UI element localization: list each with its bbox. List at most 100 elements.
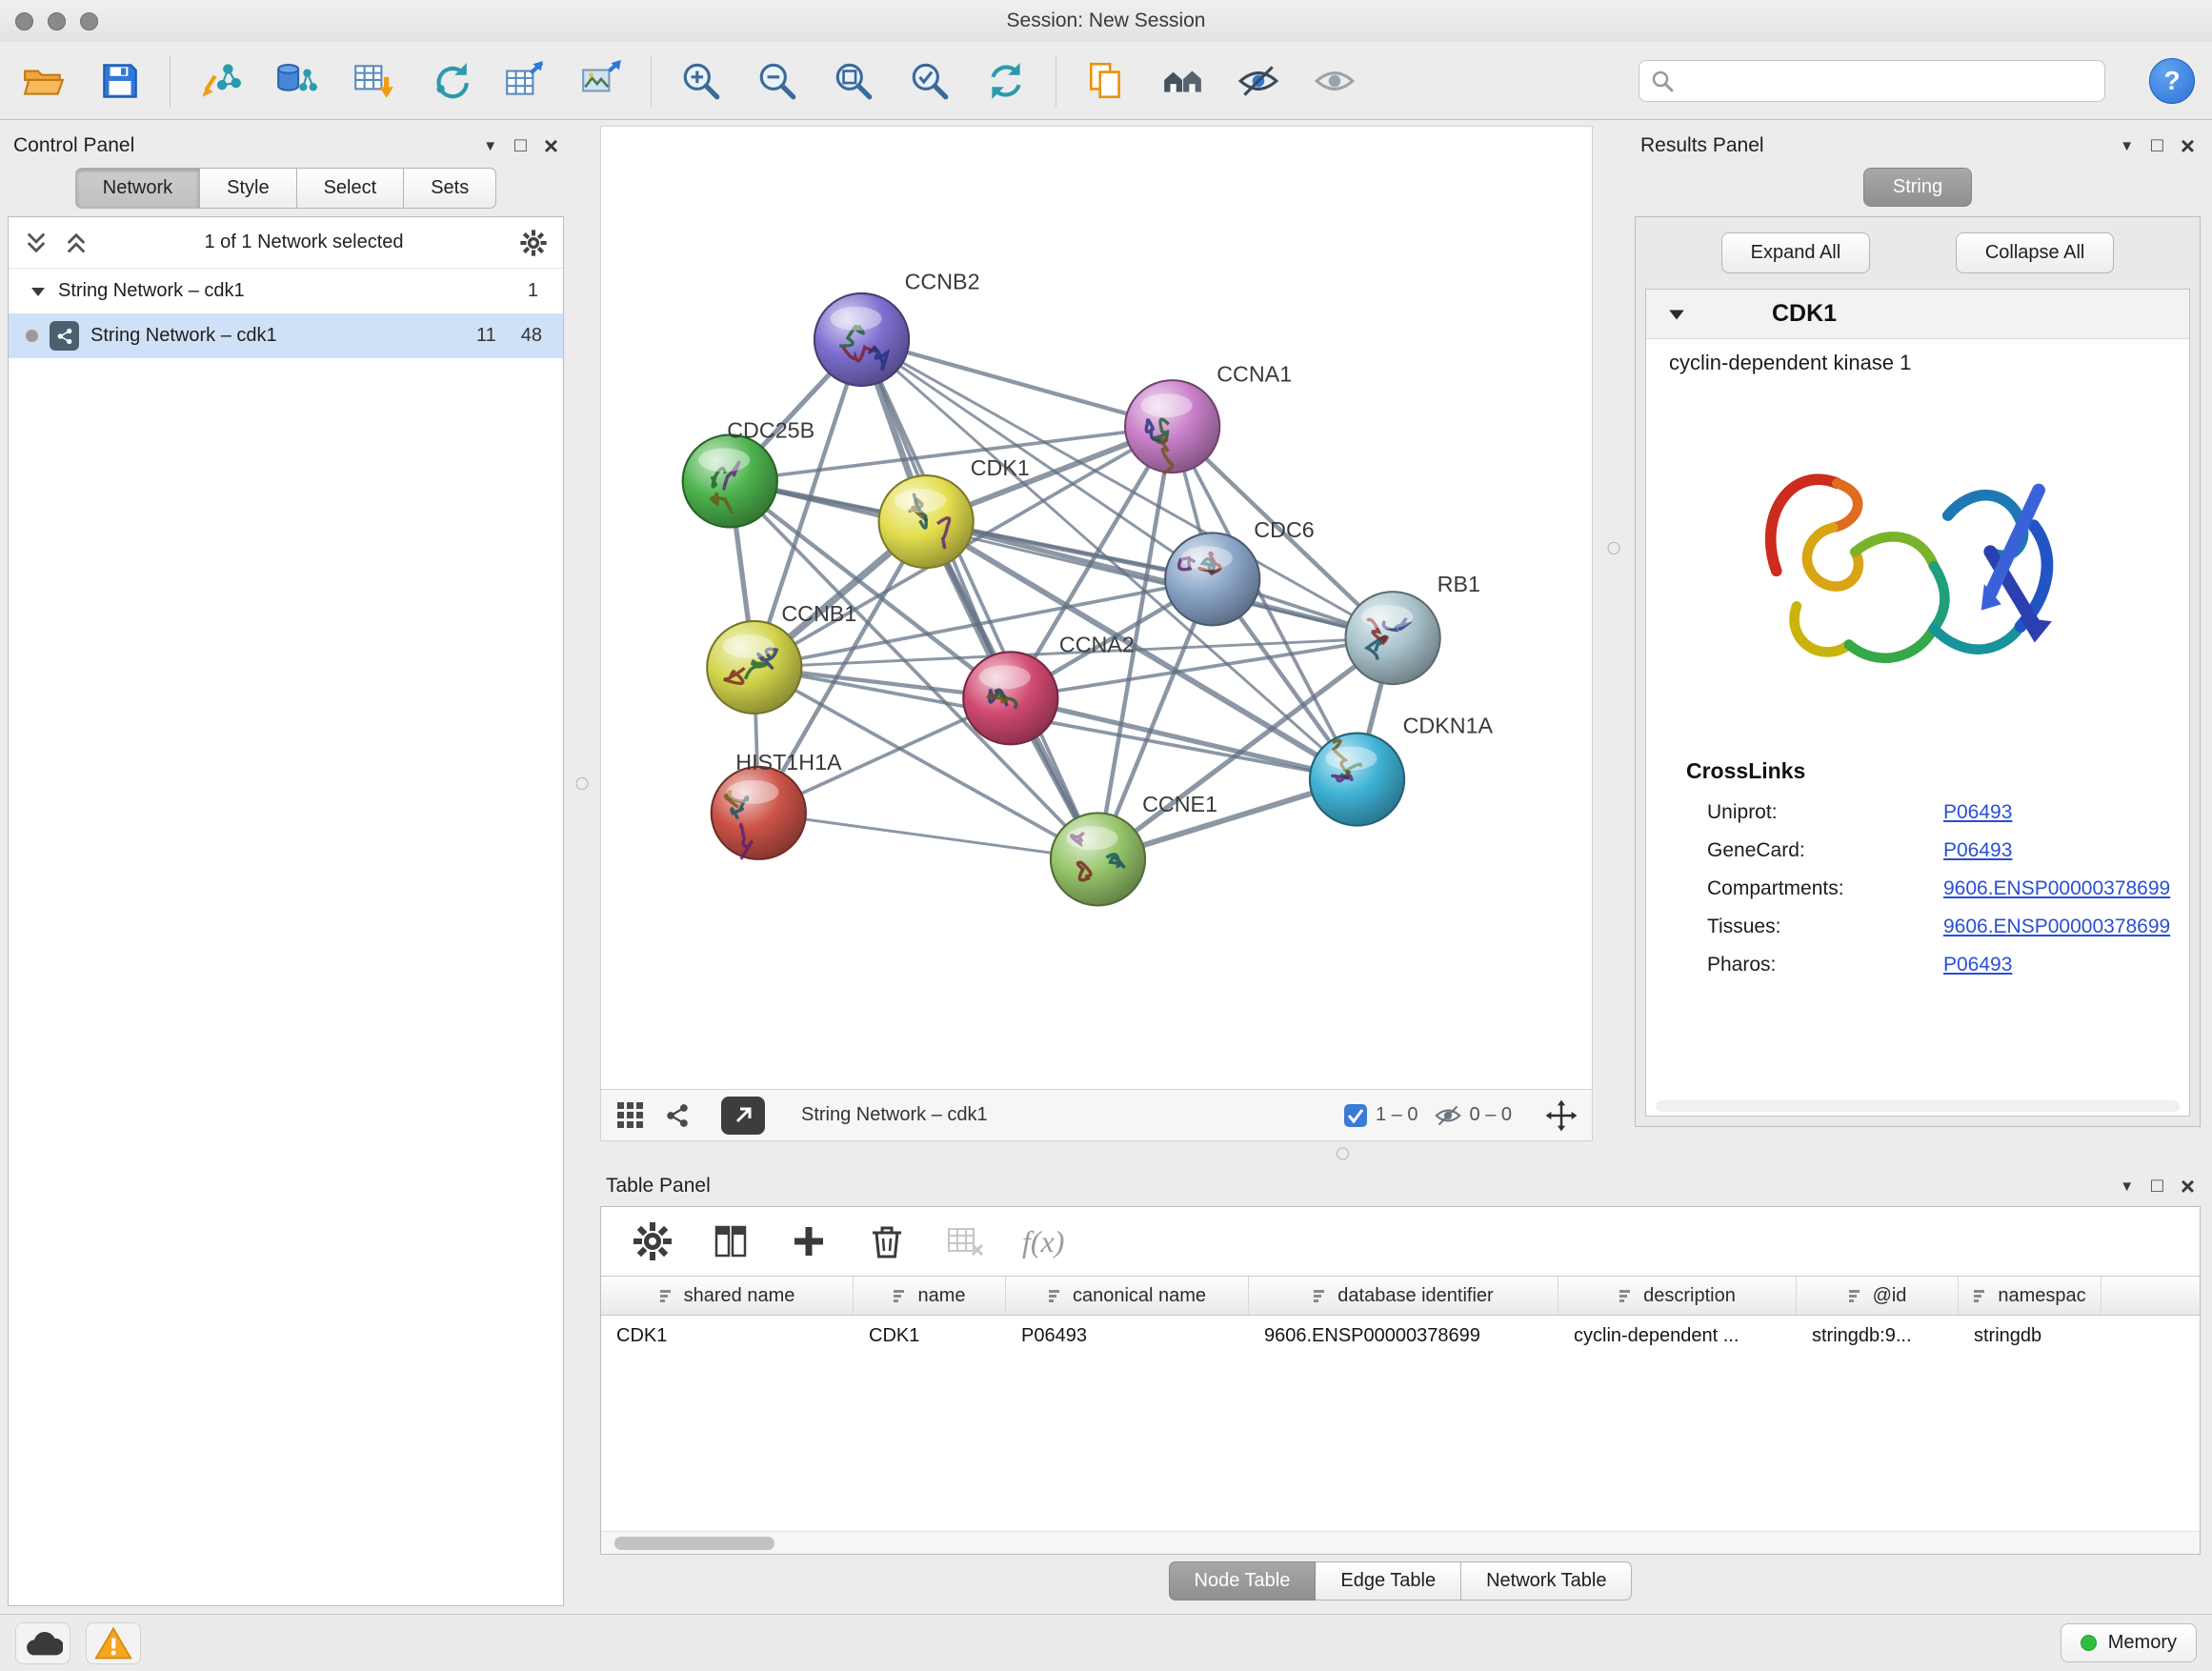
- network-node-CCNB1[interactable]: [707, 621, 801, 714]
- open-session-button[interactable]: [17, 54, 70, 108]
- zoom-selected-button[interactable]: [903, 54, 956, 108]
- memory-button[interactable]: Memory: [2061, 1623, 2197, 1662]
- table-splitter[interactable]: [600, 1141, 2201, 1166]
- panel-menu-caret-icon[interactable]: ▼: [2120, 1178, 2134, 1195]
- panel-close-icon[interactable]: ×: [2181, 133, 2195, 158]
- show-all-button[interactable]: [1308, 54, 1361, 108]
- zoom-window-button[interactable]: [80, 12, 98, 30]
- add-column-icon[interactable]: [788, 1220, 830, 1262]
- column-header--id[interactable]: @id: [1797, 1277, 1959, 1315]
- left-splitter[interactable]: [564, 126, 600, 1606]
- checkbox-icon[interactable]: [1343, 1103, 1368, 1128]
- panel-menu-caret-icon[interactable]: ▼: [483, 138, 497, 154]
- first-neighbors-button[interactable]: [1156, 54, 1209, 108]
- copy-document-button[interactable]: [1079, 54, 1133, 108]
- panel-menu-caret-icon[interactable]: ▼: [2120, 138, 2134, 154]
- tab-node-table[interactable]: Node Table: [1169, 1561, 1317, 1601]
- network-node-CDC25B[interactable]: [683, 434, 777, 527]
- tab-network-table[interactable]: Network Table: [1461, 1561, 1632, 1601]
- crosslink-link[interactable]: P06493: [1943, 801, 2012, 824]
- panel-float-icon[interactable]: □: [2151, 1175, 2163, 1198]
- scrollbar-thumb[interactable]: [614, 1537, 774, 1550]
- function-builder-button[interactable]: f(x): [1022, 1224, 1064, 1259]
- tab-network[interactable]: Network: [75, 168, 200, 209]
- birds-eye-view-icon[interactable]: [614, 1099, 647, 1132]
- close-window-button[interactable]: [15, 12, 33, 30]
- delete-column-icon[interactable]: [866, 1220, 908, 1262]
- crosslink-link[interactable]: 9606.ENSP00000378699: [1943, 877, 2170, 900]
- panel-float-icon[interactable]: □: [514, 134, 527, 157]
- crosslink-link[interactable]: P06493: [1943, 839, 2012, 862]
- tab-style[interactable]: Style: [200, 168, 296, 209]
- network-node-RB1[interactable]: [1346, 592, 1440, 684]
- section-collapse-caret-icon[interactable]: [1667, 305, 1686, 324]
- network-node-HIST1H1A[interactable]: [712, 767, 806, 859]
- crosslink-label: Pharos:: [1707, 954, 1943, 976]
- network-node-CCNA1[interactable]: [1125, 380, 1219, 473]
- show-columns-icon[interactable]: [710, 1220, 752, 1262]
- export-view-button[interactable]: [721, 1097, 765, 1135]
- splitter-handle[interactable]: [1337, 1148, 1349, 1160]
- export-image-button[interactable]: [574, 54, 628, 108]
- column-header-canonical-name[interactable]: canonical name: [1006, 1277, 1249, 1315]
- tab-select[interactable]: Select: [297, 168, 405, 209]
- hidden-eye-icon[interactable]: [1434, 1101, 1462, 1130]
- splitter-handle[interactable]: [1608, 542, 1620, 554]
- node-label-CDC25B: CDC25B: [727, 418, 814, 443]
- zoom-out-button[interactable]: [751, 54, 804, 108]
- crosslink-link[interactable]: 9606.ENSP00000378699: [1943, 916, 2170, 938]
- network-node-CCNE1[interactable]: [1051, 813, 1145, 905]
- network-node-CCNA2[interactable]: [963, 652, 1057, 744]
- search-input[interactable]: [1683, 70, 2093, 91]
- tree-expand-caret-icon[interactable]: [30, 283, 47, 300]
- column-header-namespac[interactable]: namespac: [1959, 1277, 2101, 1315]
- network-row[interactable]: String Network – cdk1 11 48: [9, 313, 563, 358]
- import-network-file-button[interactable]: [193, 54, 247, 108]
- hide-selected-button[interactable]: [1232, 54, 1285, 108]
- save-session-button[interactable]: [93, 54, 147, 108]
- zoom-fit-button[interactable]: [827, 54, 880, 108]
- network-node-CCNB2[interactable]: [814, 293, 909, 386]
- network-node-CDC6[interactable]: [1165, 533, 1259, 625]
- expand-all-chevron-icon[interactable]: [64, 231, 89, 255]
- results-scrollbar[interactable]: [1656, 1100, 2180, 1112]
- table-row[interactable]: CDK1CDK1P064939606.ENSP00000378699cyclin…: [601, 1316, 2200, 1356]
- network-canvas[interactable]: CCNB2CCNA1CDC25BCDK1CDC6RB1CCNB1CCNA2CDK…: [601, 127, 1592, 1089]
- network-collection-row[interactable]: String Network – cdk1 1: [9, 269, 563, 313]
- protein-section-header[interactable]: CDK1: [1646, 290, 2189, 339]
- right-splitter[interactable]: [1593, 126, 1635, 1141]
- splitter-handle[interactable]: [576, 777, 589, 790]
- panel-close-icon[interactable]: ×: [2181, 1174, 2195, 1198]
- column-header-database-identifier[interactable]: database identifier: [1249, 1277, 1558, 1315]
- tab-sets[interactable]: Sets: [404, 168, 496, 209]
- column-header-description[interactable]: description: [1558, 1277, 1797, 1315]
- network-from-selection-button[interactable]: [422, 54, 475, 108]
- expand-all-button[interactable]: Expand All: [1721, 232, 1871, 273]
- pan-move-icon[interactable]: [1544, 1098, 1579, 1133]
- warnings-button[interactable]: [86, 1622, 141, 1664]
- panel-float-icon[interactable]: □: [2151, 134, 2163, 157]
- table-settings-gear-icon[interactable]: [632, 1220, 674, 1262]
- gear-icon[interactable]: [519, 229, 548, 257]
- column-header-shared-name[interactable]: shared name: [601, 1277, 854, 1315]
- collapse-all-chevron-icon[interactable]: [24, 231, 49, 255]
- import-table-button[interactable]: [346, 54, 399, 108]
- column-header-name[interactable]: name: [854, 1277, 1006, 1315]
- network-node-CDK1[interactable]: [879, 475, 974, 568]
- zoom-in-button[interactable]: [674, 54, 728, 108]
- crosslink-link[interactable]: P06493: [1943, 954, 2012, 976]
- apply-layout-button[interactable]: [979, 54, 1033, 108]
- collapse-all-button[interactable]: Collapse All: [1956, 232, 2115, 273]
- import-network-database-button[interactable]: [270, 54, 323, 108]
- cloud-status-button[interactable]: [15, 1622, 70, 1664]
- network-node-CDKN1A[interactable]: [1310, 734, 1404, 826]
- table-horizontal-scrollbar[interactable]: [601, 1531, 2200, 1554]
- panel-close-icon[interactable]: ×: [544, 133, 558, 158]
- export-table-button[interactable]: [498, 54, 552, 108]
- minimize-window-button[interactable]: [48, 12, 66, 30]
- help-button[interactable]: ?: [2149, 58, 2195, 104]
- network-share-icon[interactable]: [662, 1100, 693, 1131]
- eye-icon: [1313, 59, 1357, 103]
- tab-edge-table[interactable]: Edge Table: [1316, 1561, 1461, 1601]
- tab-string[interactable]: String: [1863, 168, 1972, 207]
